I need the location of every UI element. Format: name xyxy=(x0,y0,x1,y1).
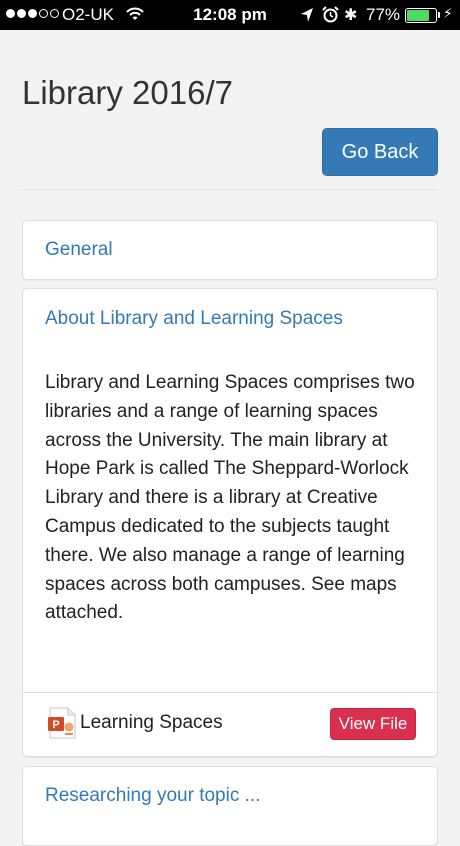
battery-percent: 77% xyxy=(366,5,401,24)
battery-icon xyxy=(405,8,437,23)
bluetooth-icon: ✱ xyxy=(344,7,358,24)
powerpoint-file-icon: P xyxy=(48,707,76,739)
charging-icon: ⚡ xyxy=(443,5,453,21)
attachment-row: P Learning Spaces View File xyxy=(23,692,437,757)
section-description: Library and Learning Spaces comprises tw… xyxy=(45,372,415,624)
view-file-button[interactable]: View File xyxy=(330,708,416,740)
battery-cap xyxy=(438,12,440,18)
alarm-icon xyxy=(322,6,339,23)
svg-text:P: P xyxy=(52,719,59,731)
section-link-about[interactable]: About Library and Learning Spaces xyxy=(45,308,343,330)
location-arrow-icon xyxy=(301,8,313,22)
section-link-general[interactable]: General xyxy=(45,239,113,261)
section-card-about: About Library and Learning Spaces Librar… xyxy=(22,288,438,757)
section-card-researching[interactable]: Researching your topic ... xyxy=(22,766,438,846)
go-back-button[interactable]: Go Back xyxy=(322,128,438,176)
section-card-general[interactable]: General xyxy=(22,220,438,280)
battery-level-fill xyxy=(407,10,429,21)
section-link-researching[interactable]: Researching your topic ... xyxy=(45,785,260,807)
status-bar: O2-UK 12:08 pm ✱ 77% ⚡ xyxy=(0,0,460,30)
title-divider xyxy=(22,189,438,190)
page-title: Library 2016/7 xyxy=(22,74,233,111)
attachment-name: Learning Spaces xyxy=(80,712,223,733)
